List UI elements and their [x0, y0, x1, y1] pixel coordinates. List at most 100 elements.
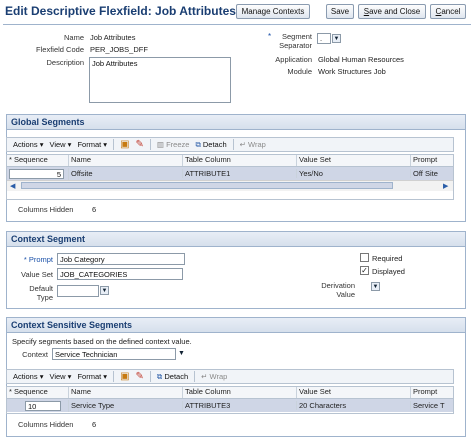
module-value: Work Structures Job	[318, 67, 386, 76]
scroll-left-icon[interactable]: ◀	[10, 182, 15, 190]
scroll-right-icon[interactable]: ▶	[443, 182, 448, 190]
flexfield-code-value: PER_JOBS_DFF	[90, 45, 148, 54]
save-and-close-button[interactable]: Save and Close	[358, 4, 426, 19]
default-type-label-line1: Default	[29, 284, 53, 293]
separator-label-line2: Separator	[279, 41, 312, 50]
column-header-value-set[interactable]: Value Set	[297, 155, 411, 166]
context-select[interactable]: Service Technician	[52, 348, 176, 360]
detach-icon: ⧉	[156, 371, 163, 381]
derivation-value-label-line2: Value	[336, 290, 355, 299]
chevron-down-icon[interactable]: ▼	[332, 34, 341, 43]
columns-hidden-label: Columns Hidden	[18, 420, 74, 429]
column-header-prompt[interactable]: Prompt	[411, 387, 453, 398]
view-menu[interactable]: View ▾	[49, 140, 71, 149]
description-textarea[interactable]: Job Attributes	[89, 57, 231, 103]
instruction-text: Specify segments based on the defined co…	[12, 337, 192, 346]
context-sensitive-table: * Sequence Name Table Column Value Set P…	[6, 386, 454, 414]
columns-hidden-label: Columns Hidden	[18, 205, 74, 214]
prompt-cell: Off Site	[413, 169, 438, 178]
sequence-input[interactable]: 5	[9, 168, 64, 179]
detach-label: Detach	[164, 372, 189, 381]
value-set-cell: Yes/No	[297, 169, 411, 178]
detach-button[interactable]: ⧉ Detach	[195, 140, 226, 150]
name-cell: Offsite	[69, 169, 183, 178]
wrap-label: Wrap	[209, 372, 228, 381]
table-row[interactable]: 5 Offsite ATTRIBUTE1 Yes/No Off Site	[7, 167, 453, 180]
separator-label-line1: Segment	[281, 32, 312, 41]
name-label: Name	[63, 33, 84, 42]
required-checkbox[interactable]	[360, 253, 369, 262]
table-column-cell: ATTRIBUTE1	[183, 169, 297, 178]
view-label: View	[49, 372, 66, 381]
value-set-cell: 20 Characters	[297, 401, 411, 410]
global-toolbar: Actions ▾ View ▾ Format ▾ ▣ ✎ ▥ Freeze ⧉…	[6, 137, 454, 152]
edit-pencil-icon[interactable]: ✎	[136, 139, 144, 150]
separator-select[interactable]: .	[317, 33, 331, 44]
actions-menu[interactable]: Actions ▾	[13, 372, 43, 381]
toolbar-separator	[149, 139, 151, 150]
toolbar-separator	[113, 139, 115, 150]
chevron-down-icon[interactable]: ▼	[100, 286, 109, 295]
default-type-label-line2: Type	[36, 293, 53, 302]
context-label: Context	[22, 350, 48, 359]
detach-label: Detach	[202, 140, 227, 149]
sequence-cell: 5	[7, 167, 69, 180]
prompt-input[interactable]: Job Category	[57, 253, 185, 265]
scroll-thumb[interactable]	[21, 182, 393, 189]
new-row-icon[interactable]: ▣	[120, 371, 129, 382]
wrap-button[interactable]: ↵ Wrap	[240, 140, 266, 149]
wrap-button[interactable]: ↵ Wrap	[201, 372, 227, 381]
column-header-value-set[interactable]: Value Set	[297, 387, 411, 398]
wrap-label: Wrap	[248, 140, 266, 149]
chevron-down-icon[interactable]: ▼	[371, 282, 380, 291]
context-sensitive-title: Context Sensitive Segments	[7, 318, 465, 333]
sequence-input[interactable]: 10	[25, 400, 61, 411]
view-label: View	[49, 140, 66, 149]
table-header: * Sequence Name Table Column Value Set P…	[7, 387, 453, 399]
column-header-sequence[interactable]: * Sequence	[7, 155, 69, 166]
format-label: Format	[77, 140, 102, 149]
edit-pencil-icon[interactable]: ✎	[136, 371, 144, 382]
chevron-down-icon[interactable]: ▼	[178, 350, 185, 357]
horizontal-scrollbar[interactable]: ◀ ▶	[7, 180, 453, 191]
cancel-button[interactable]: Cancel	[430, 4, 466, 19]
column-header-name[interactable]: Name	[69, 155, 183, 166]
format-menu[interactable]: Format ▾	[77, 140, 107, 149]
sensitive-toolbar: Actions ▾ View ▾ Format ▾ ▣ ✎ ⧉ Detach ↵…	[6, 369, 454, 384]
column-header-table-column[interactable]: Table Column	[183, 155, 297, 166]
name-value: Job Attributes	[90, 33, 136, 42]
toolbar-separator	[149, 371, 151, 382]
global-segments-table: * Sequence Name Table Column Value Set P…	[6, 154, 454, 200]
detach-button[interactable]: ⧉ Detach	[157, 372, 188, 382]
description-label: Description	[46, 58, 84, 67]
global-segments-title: Global Segments	[7, 115, 465, 130]
columns-hidden-value: 6	[92, 205, 97, 214]
context-segment-title: Context Segment	[7, 232, 465, 247]
prompt-cell: Service T	[413, 401, 445, 410]
save-close-post: ave and Close	[369, 7, 421, 16]
column-header-sequence[interactable]: * Sequence	[7, 387, 69, 398]
displayed-checkbox[interactable]: ✓	[360, 266, 369, 275]
page-title: Edit Descriptive Flexfield: Job Attribut…	[5, 4, 236, 18]
actions-label: Actions	[13, 372, 38, 381]
actions-menu[interactable]: Actions ▾	[13, 140, 43, 149]
detach-icon: ⧉	[195, 139, 201, 149]
format-menu[interactable]: Format ▾	[77, 372, 107, 381]
freeze-button[interactable]: ▥ Freeze	[157, 140, 190, 149]
new-row-icon[interactable]: ▣	[120, 139, 129, 150]
default-type-select[interactable]	[57, 285, 99, 297]
value-set-input[interactable]: JOB_CATEGORIES	[57, 268, 183, 280]
column-header-table-column[interactable]: Table Column	[183, 387, 297, 398]
application-label: Application	[275, 55, 312, 64]
column-header-name[interactable]: Name	[69, 387, 183, 398]
separator-required-marker: *	[268, 32, 272, 41]
view-menu[interactable]: View ▾	[49, 372, 71, 381]
name-cell: Service Type	[69, 401, 183, 410]
manage-contexts-button[interactable]: Manage Contexts	[236, 4, 310, 19]
save-button[interactable]: Save	[326, 4, 354, 19]
table-column-cell: ATTRIBUTE3	[183, 401, 297, 410]
table-row[interactable]: 10 Service Type ATTRIBUTE3 20 Characters…	[7, 399, 453, 412]
column-header-prompt[interactable]: Prompt	[411, 155, 453, 166]
sequence-cell: 10	[7, 399, 69, 412]
actions-label: Actions	[13, 140, 38, 149]
